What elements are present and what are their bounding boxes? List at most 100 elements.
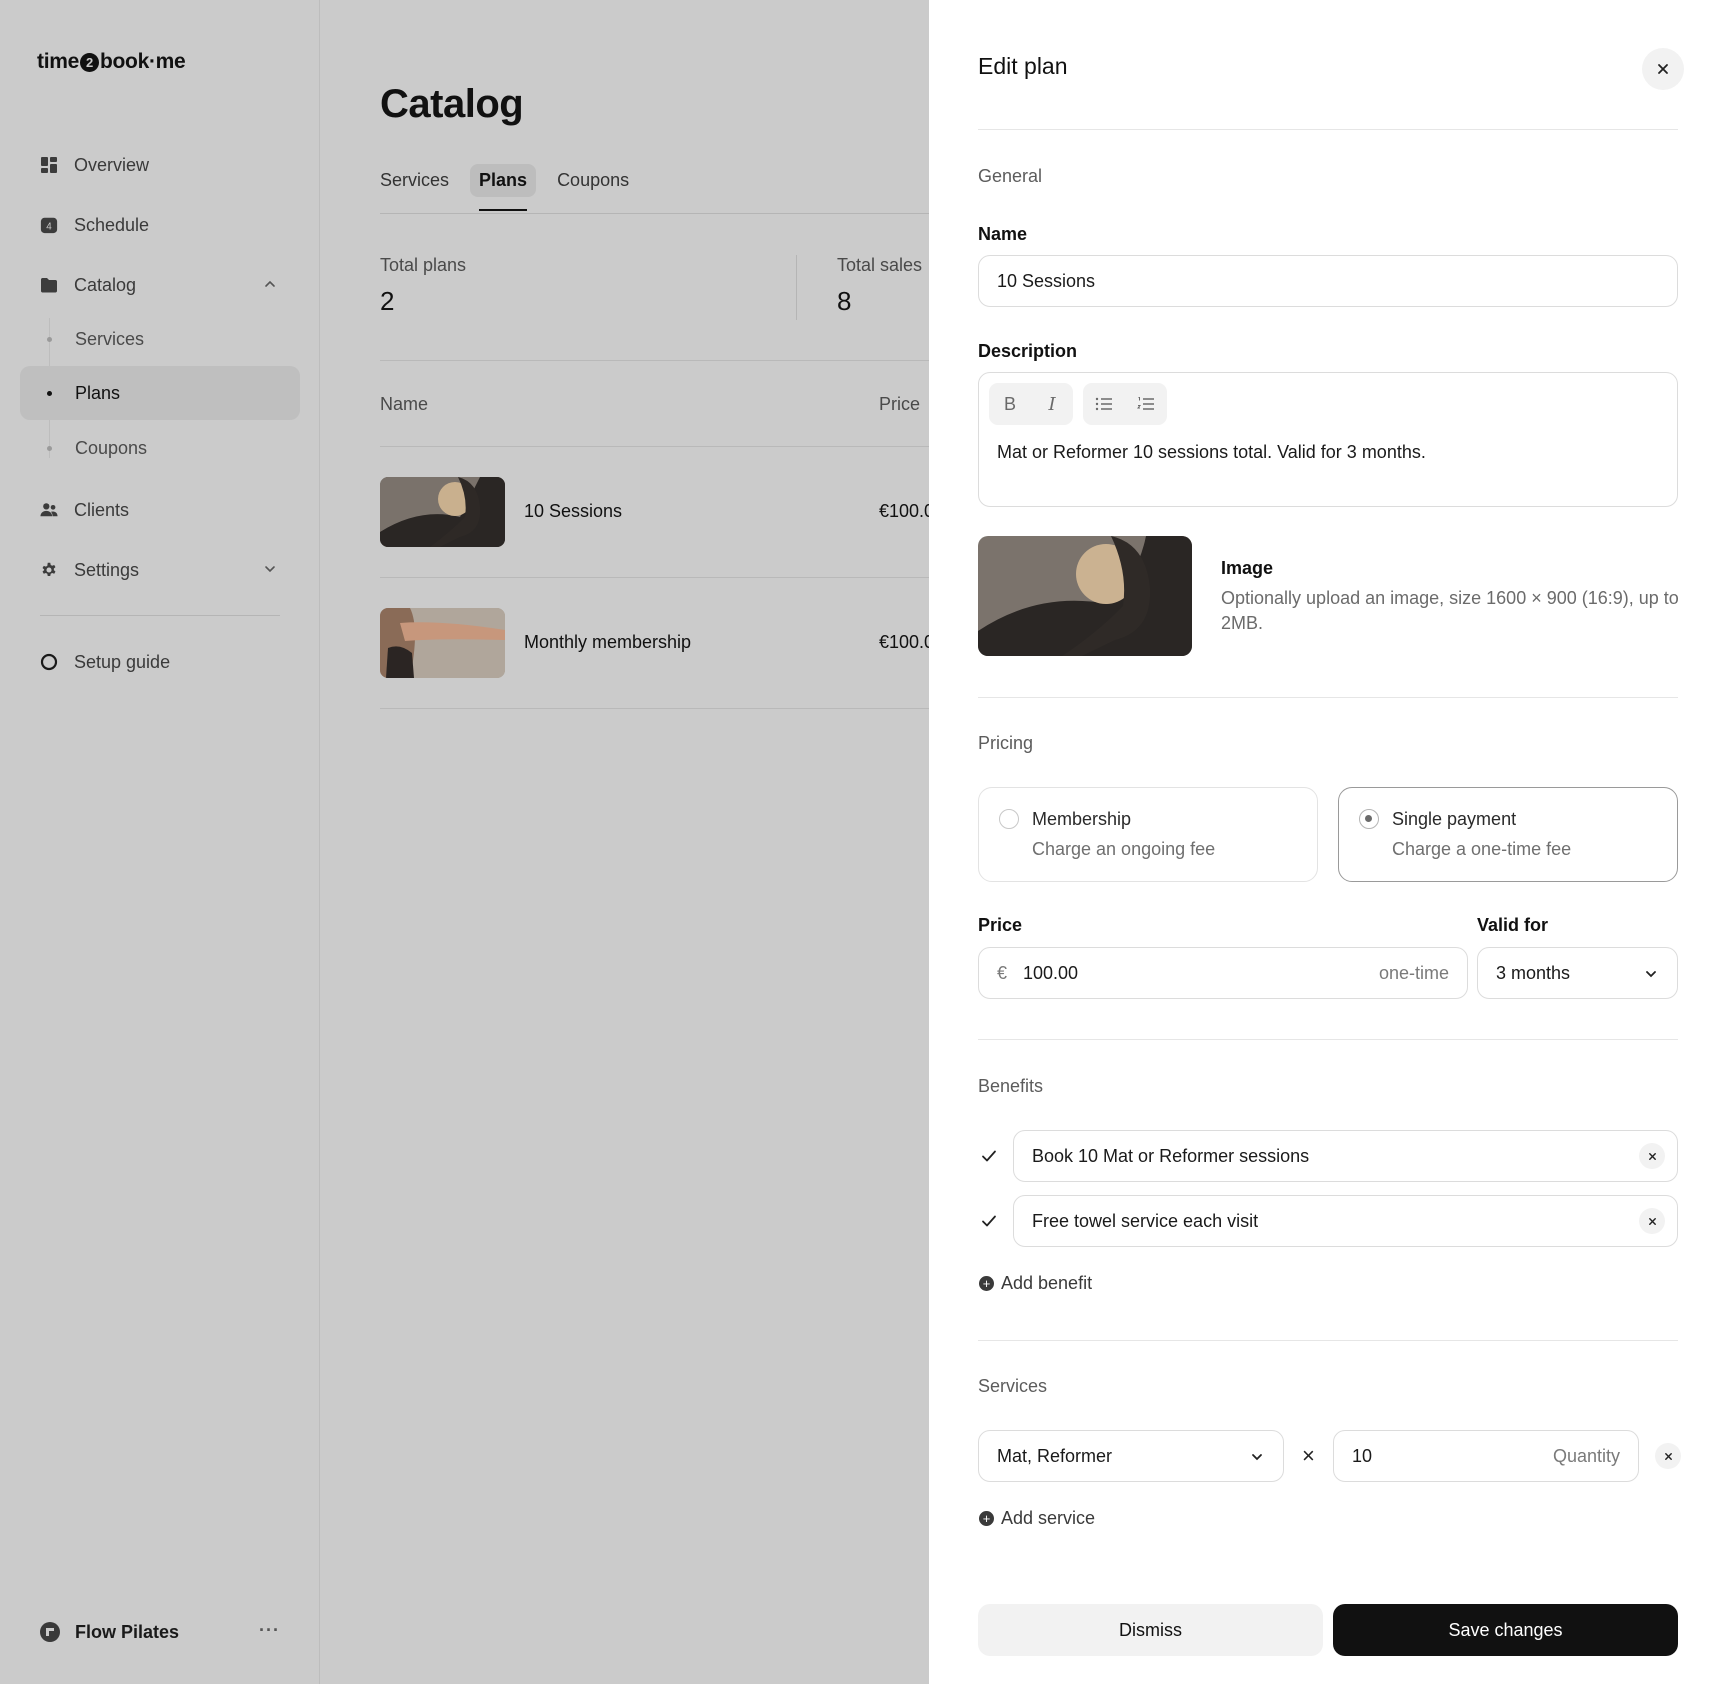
logo-text-left: time xyxy=(37,50,79,73)
app-logo[interactable]: time 2 book·me xyxy=(37,50,186,74)
close-icon xyxy=(1648,1217,1656,1225)
divider xyxy=(380,360,930,361)
italic-button[interactable]: I xyxy=(1031,383,1073,425)
column-header-price[interactable]: Price xyxy=(879,394,920,415)
sidebar-item-schedule[interactable]: 4 Schedule xyxy=(20,198,300,252)
add-service-button[interactable]: + Add service xyxy=(979,1508,1095,1529)
bullet-dot xyxy=(47,391,52,396)
numbered-list-button[interactable] xyxy=(1125,383,1167,425)
sidebar-item-label: Clients xyxy=(74,499,130,520)
sidebar-subitem-plans[interactable]: Plans xyxy=(20,366,300,420)
image-description: Optionally upload an image, size 1600 × … xyxy=(1221,588,1679,633)
description-editor[interactable]: B I Mat or Reformer 10 sessions total. V… xyxy=(978,372,1678,507)
divider xyxy=(978,129,1678,130)
name-input[interactable]: 10 Sessions xyxy=(978,255,1678,307)
section-heading-general: General xyxy=(978,166,1043,186)
divider xyxy=(978,1340,1678,1341)
plus-icon: + xyxy=(979,1276,994,1291)
divider xyxy=(978,1039,1678,1040)
plan-image-upload[interactable] xyxy=(978,536,1192,656)
description-text: Mat or Reformer 10 sessions total. Valid… xyxy=(997,442,1426,462)
quantity-input[interactable]: 10 Quantity xyxy=(1333,1430,1639,1482)
pricing-option-membership[interactable]: Membership Charge an ongoing fee xyxy=(978,787,1318,882)
valid-for-value: 3 months xyxy=(1496,962,1571,983)
bullet-list-button[interactable] xyxy=(1083,383,1125,425)
chevron-down-icon xyxy=(1646,971,1656,978)
sidebar-subitem-label: Plans xyxy=(75,382,121,403)
option-subtitle: Charge an ongoing fee xyxy=(1032,839,1216,859)
check-icon xyxy=(982,1150,996,1162)
plan-thumbnail xyxy=(380,608,505,678)
section-heading-pricing: Pricing xyxy=(978,733,1034,753)
main-content: Catalog Services Plans Coupons Total pla… xyxy=(321,0,930,1684)
price-value: 100.00 xyxy=(1023,962,1079,983)
sidebar-subitem-services[interactable]: Services xyxy=(20,312,300,366)
option-subtitle: Charge a one-time fee xyxy=(1392,839,1572,859)
currency-symbol: € xyxy=(997,962,1008,983)
radio-button[interactable] xyxy=(1359,809,1379,829)
add-benefit-button[interactable]: + Add benefit xyxy=(979,1273,1092,1294)
plan-name[interactable]: Monthly membership xyxy=(524,632,691,653)
description-label: Description xyxy=(978,341,1078,361)
gear-icon xyxy=(40,561,58,579)
bullet-dot xyxy=(47,337,52,342)
stat-total-sales: Total sales 8 xyxy=(837,255,922,317)
tab-coupons[interactable]: Coupons xyxy=(548,164,638,197)
sidebar-item-setup-guide[interactable]: Setup guide xyxy=(20,635,300,689)
quantity-placeholder: Quantity xyxy=(1552,1445,1620,1466)
dismiss-button[interactable]: Dismiss xyxy=(978,1604,1323,1656)
valid-for-select[interactable]: 3 months xyxy=(1477,947,1678,999)
plan-name[interactable]: 10 Sessions xyxy=(524,501,622,522)
pricing-option-single-payment[interactable]: Single payment Charge a one-time fee xyxy=(1338,787,1678,882)
sidebar-item-label: Catalog xyxy=(74,274,137,295)
tabs-divider xyxy=(380,213,930,214)
divider xyxy=(380,577,930,578)
calendar-icon: 4 xyxy=(40,216,58,234)
chevron-up-icon xyxy=(265,280,275,287)
plan-price: €100.0 xyxy=(879,632,930,652)
tab-services[interactable]: Services xyxy=(380,164,458,197)
benefit-input[interactable]: Free towel service each visit xyxy=(1013,1195,1678,1247)
sidebar-item-label: Settings xyxy=(74,559,140,580)
price-label: Price xyxy=(978,915,1023,935)
sidebar-item-catalog[interactable]: Catalog xyxy=(20,258,300,312)
folder-icon xyxy=(40,276,58,294)
bold-button[interactable]: B xyxy=(989,383,1031,425)
add-benefit-label: Add benefit xyxy=(1001,1273,1093,1293)
workspace-avatar xyxy=(40,1622,60,1642)
workspace-switcher[interactable]: Flow Pilates ··· xyxy=(40,1612,280,1652)
radio-button[interactable] xyxy=(999,809,1019,829)
stat-value: 2 xyxy=(380,286,395,316)
close-icon xyxy=(1648,1152,1656,1160)
remove-benefit-button[interactable] xyxy=(1639,1143,1665,1169)
format-toolbar-text: B I xyxy=(989,383,1073,425)
grid-icon xyxy=(40,156,58,174)
benefit-input[interactable]: Book 10 Mat or Reformer sessions xyxy=(1013,1130,1678,1182)
sidebar-item-clients[interactable]: Clients xyxy=(20,483,300,537)
remove-benefit-button[interactable] xyxy=(1639,1208,1665,1234)
sidebar-item-settings[interactable]: Settings xyxy=(20,543,300,597)
stat-divider xyxy=(796,255,797,320)
close-button[interactable] xyxy=(1642,48,1684,90)
tab-plans[interactable]: Plans xyxy=(470,164,537,211)
sidebar-item-overview[interactable]: Overview xyxy=(20,138,300,192)
remove-service-button[interactable] xyxy=(1655,1443,1681,1469)
column-header-name[interactable]: Name xyxy=(380,394,428,415)
sidebar-subitem-label: Coupons xyxy=(75,437,148,458)
service-select[interactable]: Mat, Reformer xyxy=(978,1430,1284,1482)
multiply-sign: × xyxy=(1302,1443,1315,1468)
save-changes-button[interactable]: Save changes xyxy=(1333,1604,1678,1656)
more-icon[interactable]: ··· xyxy=(259,1620,280,1641)
bullet-dot xyxy=(47,446,52,451)
close-icon xyxy=(1658,64,1668,74)
catalog-tabs: Services Plans Coupons xyxy=(380,164,638,211)
page-title: Catalog xyxy=(380,82,524,126)
sidebar-item-label: Setup guide xyxy=(74,651,171,672)
numbered-list-icon xyxy=(1137,396,1154,412)
name-label: Name xyxy=(978,224,1028,244)
close-icon xyxy=(1664,1452,1672,1460)
sidebar-subitem-coupons[interactable]: Coupons xyxy=(20,421,300,475)
stat-label: Total sales xyxy=(837,255,923,275)
section-heading-benefits: Benefits xyxy=(978,1076,1044,1096)
price-input[interactable]: € 100.00 one-time xyxy=(978,947,1468,999)
